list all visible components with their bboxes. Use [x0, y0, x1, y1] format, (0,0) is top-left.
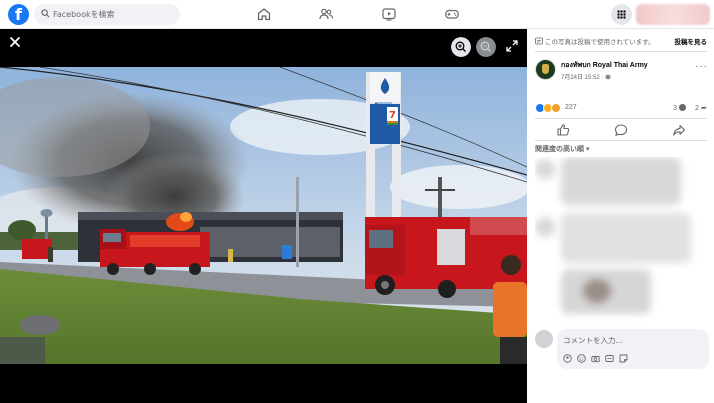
page-avatar[interactable] — [535, 59, 556, 80]
page-name[interactable]: กองทัพบก Royal Thai Army — [561, 60, 648, 71]
grid-menu-button[interactable] — [611, 4, 632, 25]
fire-scene-image: 7 — [0, 67, 527, 364]
reaction-count[interactable]: 227 — [565, 104, 577, 111]
avatar-sticker-icon[interactable] — [563, 354, 572, 363]
comment-icon[interactable] — [614, 123, 628, 137]
view-post-link[interactable]: 投稿を見る — [675, 36, 708, 46]
share-icon[interactable] — [672, 123, 686, 137]
sad-reaction-icon — [551, 103, 561, 113]
divider — [535, 51, 707, 52]
watch-icon[interactable] — [381, 6, 397, 22]
close-icon[interactable] — [8, 35, 22, 49]
post-time-text: 7月24日 15:52 · — [561, 75, 606, 81]
like-icon[interactable] — [556, 123, 570, 137]
friends-icon[interactable] — [318, 6, 334, 22]
home-icon[interactable] — [256, 6, 272, 22]
fullscreen-icon[interactable] — [506, 40, 518, 52]
grid-menu-icon — [617, 10, 626, 19]
post-timestamp[interactable]: 7月24日 15:52 · — [561, 72, 611, 81]
zoom-out-icon[interactable] — [476, 37, 496, 57]
photo-icon — [535, 37, 543, 45]
reaction-icons[interactable] — [535, 103, 585, 114]
zoom-in-icon[interactable] — [451, 37, 471, 57]
comment-count[interactable]: 3 — [673, 104, 686, 112]
comment-box[interactable] — [557, 329, 709, 369]
photo-viewer: 7 — [0, 29, 527, 403]
blurred-account-area — [636, 4, 710, 25]
comment-count-text: 3 — [673, 105, 677, 112]
search-icon — [41, 9, 50, 18]
sign-seven-text: 7 — [389, 110, 396, 121]
top-navigation-bar: f — [0, 0, 714, 29]
comment-count-icon — [678, 104, 686, 111]
camera-icon[interactable] — [591, 354, 600, 363]
share-count-text: 2 — [695, 105, 699, 112]
facebook-logo[interactable]: f — [8, 4, 29, 25]
photo-usage-notice: この写真は投稿で使用されています。 投稿を見る — [535, 36, 707, 48]
post-photo: 7 — [0, 67, 527, 364]
comment-input[interactable] — [563, 333, 703, 347]
post-details-panel: この写真は投稿で使用されています。 投稿を見る กองทัพบก Royal T… — [527, 29, 714, 403]
user-avatar — [535, 330, 553, 348]
gaming-icon[interactable] — [444, 6, 460, 22]
more-options-button[interactable]: ··· — [695, 61, 708, 72]
share-count[interactable]: 2 ➦ — [695, 104, 707, 112]
comment-sort-dropdown[interactable]: 関連度の高い順 ▾ — [535, 144, 589, 154]
blurred-comments-area — [535, 157, 709, 327]
search-box[interactable] — [34, 4, 180, 25]
emoji-icon[interactable] — [577, 354, 586, 363]
share-count-icon: ➦ — [700, 105, 707, 112]
divider — [535, 118, 707, 119]
divider — [535, 140, 707, 141]
globe-icon — [605, 74, 611, 80]
notice-text: この写真は投稿で使用されています。 — [545, 39, 655, 46]
search-input[interactable] — [53, 7, 173, 22]
sticker-icon[interactable] — [619, 354, 628, 363]
gif-icon[interactable] — [605, 354, 614, 363]
